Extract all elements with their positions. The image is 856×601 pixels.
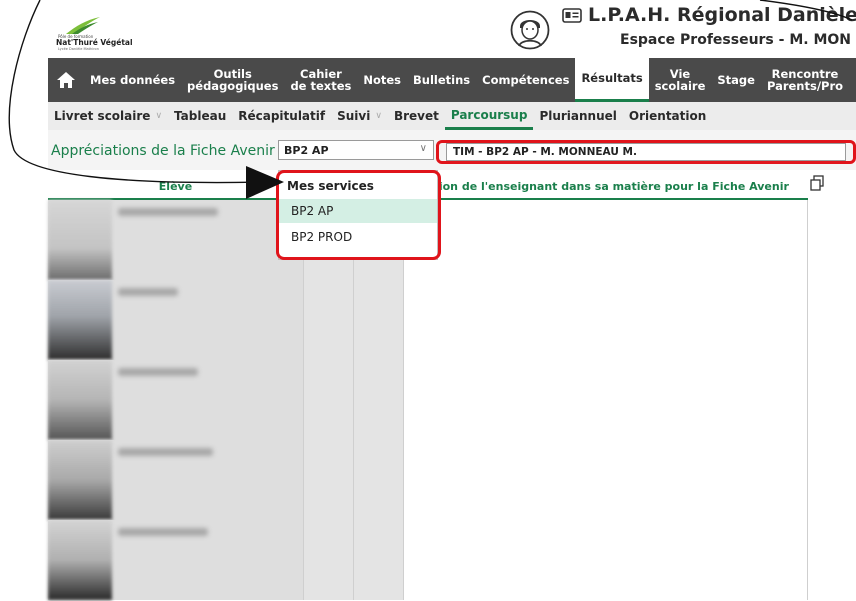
app-header: Pôle de formation Nat'Thuré Végétal Lycé… (0, 0, 856, 58)
table-row (48, 360, 808, 440)
school-title: L.P.A.H. Régional Danièle (562, 4, 856, 26)
student-name-blurred (118, 448, 213, 456)
home-icon (57, 72, 75, 88)
class-select[interactable]: BP2 AP ∨ (278, 140, 434, 160)
grade-cell (303, 520, 353, 600)
subnav-parcoursup[interactable]: Parcoursup (444, 102, 534, 130)
logo-sub-line: Lycée Danièle Mathiron (58, 47, 99, 51)
nav-resultats[interactable]: Résultats (575, 58, 649, 102)
annotation-highlight-dropdown (276, 170, 441, 260)
grade-cell (303, 440, 353, 520)
space-subtitle: Espace Professeurs - M. MON (620, 32, 851, 48)
filter-label: Appréciations de la Fiche Avenir (51, 143, 275, 159)
sub-nav: Livret scolaire ∨ Tableau Récapitulatif … (48, 102, 856, 130)
grade-cell (353, 360, 403, 440)
appreciation-cell[interactable] (403, 200, 808, 280)
subnav-tableau[interactable]: Tableau (168, 102, 232, 130)
subnav-suivi[interactable]: Suivi ∨ (331, 102, 388, 130)
table-row (48, 440, 808, 520)
student-photo (48, 440, 112, 520)
appreciation-cell[interactable] (403, 440, 808, 520)
table-row (48, 520, 808, 600)
nav-bulletins[interactable]: Bulletins (407, 58, 476, 102)
student-name-blurred (118, 208, 218, 216)
subnav-brevet[interactable]: Brevet (388, 102, 445, 130)
appreciation-cell[interactable] (403, 280, 808, 360)
subnav-livret-scolaire-label: Livret scolaire (54, 109, 151, 123)
school-title-text: L.P.A.H. Régional Danièle (588, 4, 856, 26)
student-photo (48, 200, 112, 280)
user-avatar-icon[interactable] (510, 10, 550, 50)
subnav-recapitulatif[interactable]: Récapitulatif (232, 102, 331, 130)
nav-outils-pedagogiques[interactable]: Outils pédagogiques (181, 58, 284, 102)
student-name-blurred (118, 528, 208, 536)
main-nav: Mes données Outils pédagogiques Cahier d… (48, 58, 856, 102)
grade-cell (303, 360, 353, 440)
annotation-highlight-service (436, 140, 856, 164)
table-row (48, 280, 808, 360)
nav-vie-scolaire[interactable]: Vie scolaire (649, 58, 712, 102)
column-header-appreciation: réciation de l'enseignant dans sa matièr… (403, 180, 789, 193)
leaf-logo-icon (66, 17, 100, 34)
subnav-livret-scolaire[interactable]: Livret scolaire ∨ (48, 102, 168, 130)
appreciation-cell[interactable] (403, 520, 808, 600)
grade-cell (303, 280, 353, 360)
nav-cahier-de-textes[interactable]: Cahier de textes (284, 58, 357, 102)
student-cell (48, 440, 303, 520)
id-card-icon (562, 7, 582, 23)
student-name-blurred (118, 288, 178, 296)
student-cell (48, 280, 303, 360)
chevron-down-icon: ∨ (419, 143, 427, 154)
nav-mes-donnees[interactable]: Mes données (84, 58, 181, 102)
student-photo (48, 280, 112, 360)
grade-cell (353, 280, 403, 360)
school-logo[interactable]: Pôle de formation Nat'Thuré Végétal Lycé… (56, 16, 156, 51)
student-cell (48, 360, 303, 440)
grade-cell (353, 520, 403, 600)
class-select-value: BP2 AP (284, 144, 329, 157)
student-name-blurred (118, 368, 198, 376)
subnav-suivi-label: Suivi (337, 109, 371, 123)
nav-notes[interactable]: Notes (357, 58, 407, 102)
copy-icon[interactable] (810, 175, 824, 191)
student-cell (48, 200, 303, 280)
student-photo (48, 520, 112, 600)
home-button[interactable] (48, 58, 84, 102)
logo-name: Nat'Thuré Végétal (56, 38, 133, 47)
student-photo (48, 360, 112, 440)
subnav-orientation[interactable]: Orientation (623, 102, 712, 130)
nav-stage[interactable]: Stage (711, 58, 761, 102)
appreciation-cell[interactable] (403, 360, 808, 440)
student-cell (48, 520, 303, 600)
students-table (48, 200, 808, 601)
chevron-down-icon: ∨ (155, 111, 163, 121)
subnav-pluriannuel[interactable]: Pluriannuel (533, 102, 622, 130)
grade-cell (353, 440, 403, 520)
nav-competences[interactable]: Compétences (476, 58, 575, 102)
nav-rencontre-parents-pro[interactable]: Rencontre Parents/Pro (761, 58, 849, 102)
column-header-eleve[interactable]: Elève (48, 180, 303, 193)
chevron-down-icon: ∨ (375, 111, 382, 121)
